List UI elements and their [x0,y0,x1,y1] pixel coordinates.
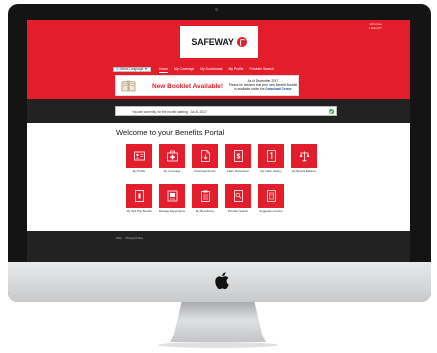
tile-my-claim-history[interactable]: My Claim History [258,144,284,173]
provider-search-icon [233,190,243,202]
tile-square [258,144,284,168]
stand-shadow [158,342,278,348]
nav-my-profile[interactable]: My Profile [228,67,243,73]
tile-label: Download Forms [194,169,216,173]
main-nav: Home My Coverage My Downloads My Profile… [159,67,274,73]
nav-my-downloads[interactable]: My Downloads [200,67,222,73]
tile-square [192,144,218,168]
safeway-s-icon [236,37,247,47]
check-icon [329,109,334,114]
booklet-announcement: New Booklet Available! As of December 20… [115,75,299,96]
profile-card-icon [133,151,145,161]
tile-label: Provider Search [227,209,249,213]
scale-balance-icon [299,151,309,162]
tile-square [126,184,152,208]
tile-label: My Claim History [260,169,282,173]
nav-my-coverage[interactable]: My Coverage [174,67,194,73]
tile-square [258,184,284,208]
tile-label: Suggestion Centre [259,209,283,213]
tile-my-sick-pay-benefit[interactable]: My Sick Pay Benefit [126,184,152,213]
svg-text:$: $ [236,154,240,161]
tile-square [159,184,185,208]
suggestion-icon [266,190,276,202]
google-g-icon: G [116,67,119,71]
tile-my-benefit-balance[interactable]: My Benefit Balance [291,144,317,173]
claim-history-icon [266,150,276,162]
document-download-icon [200,150,210,162]
booklet-icon [121,80,136,92]
tile-square [225,184,251,208]
nav-provider-search[interactable]: Provider Search [250,67,274,73]
beneficiary-icon [200,190,210,202]
language-select[interactable]: G Select Language ▼ [113,67,151,72]
safeway-logo[interactable]: SAFEWAY [180,26,258,58]
first-aid-kit-icon [166,150,178,162]
tile-square [159,144,185,168]
tile-label: My Benefit Balance [291,169,317,173]
tile-label: My Sick Pay Benefit [126,209,152,213]
user-info: John Doe LOGOUT [369,22,382,30]
apple-logo-icon [215,272,229,289]
language-select-label: Select Language [119,67,144,71]
tile-claim-submission[interactable]: $ Claim Submission [225,144,251,173]
nav-home[interactable]: Home [159,67,169,73]
tile-label: Manage Dependents [159,209,185,213]
coverage-status-bar: You are currently, for the month startin… [115,106,337,116]
tile-square [192,184,218,208]
site-footer: FAQ Privacy Policy [27,231,410,262]
tile-label: My Beneficiary [195,209,215,213]
sick-pay-icon [134,190,144,202]
tile-square [126,144,152,168]
coverage-status-text: You are currently, for the month startin… [132,109,207,114]
monitor-stand [170,302,266,342]
logo-text: SAFEWAY [191,37,234,47]
footer-links: FAQ Privacy Policy [116,236,143,240]
dollar-receipt-icon: $ [233,150,243,162]
site-header: SAFEWAY John Doe LOGOUT G Select Languag… [27,20,410,99]
tile-my-profile[interactable]: My Profile [126,144,152,173]
footer-link-faq[interactable]: FAQ [116,236,122,240]
tile-my-coverage[interactable]: My Coverage [159,144,185,173]
page-title: Welcome to your Benefits Portal [116,128,225,137]
webcam [215,8,218,11]
tile-my-beneficiary[interactable]: My Beneficiary [192,184,218,213]
tile-suggestion-centre[interactable]: Suggestion Centre [258,184,284,213]
tile-label: My Profile [132,169,146,173]
tile-download-forms[interactable]: Download Forms [192,144,218,173]
tile-square: $ [225,144,251,168]
download-centre-link[interactable]: Download Centre [265,87,291,91]
tile-label: My Coverage [163,169,181,173]
banner-line-3-prefix: is available under the [234,87,265,92]
new-booklet-headline: New Booklet Available! [152,83,224,90]
tile-provider-search[interactable]: Provider Search [225,184,251,213]
browser-screen: SAFEWAY John Doe LOGOUT G Select Languag… [27,20,410,262]
banner-message: As of December 2017 Please be advised th… [228,79,298,92]
logout-link[interactable]: LOGOUT [369,26,382,30]
banner-line-3: is available under the Download Centre [228,87,298,91]
chevron-down-icon: ▼ [144,67,148,71]
tile-manage-dependents[interactable]: Manage Dependents [159,184,185,213]
footer-link-privacy-policy[interactable]: Privacy Policy [126,236,143,240]
tile-square [291,144,317,168]
dependents-icon [167,190,177,202]
tile-label: Claim Submission [226,169,250,173]
